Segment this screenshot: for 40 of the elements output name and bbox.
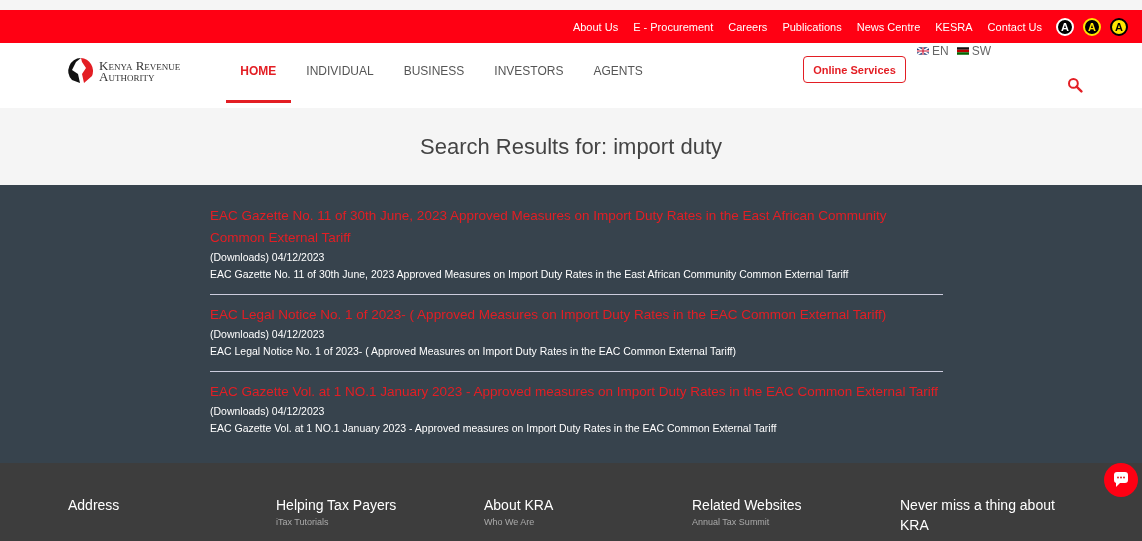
top-link[interactable]: E - Procurement	[633, 20, 714, 33]
top-link[interactable]: News Centre	[856, 20, 921, 33]
chat-bubble-icon	[1111, 470, 1131, 490]
online-services-button[interactable]: Online Services	[803, 56, 906, 83]
top-link[interactable]: Contact Us	[987, 20, 1042, 33]
footer-heading: Address	[68, 496, 121, 515]
nav-tab[interactable]: AGENTS	[578, 43, 658, 99]
top-link[interactable]: KESRA	[935, 20, 973, 33]
result-meta: (Downloads) 04/12/2023	[210, 327, 326, 342]
logo-text: Kenya Revenue	[99, 60, 181, 71]
nav-tab[interactable]: INVESTORS	[479, 43, 579, 99]
language-link[interactable]: SW	[956, 44, 991, 58]
contrast-button[interactable]: A	[1083, 17, 1101, 36]
search-results-title: Search Results for: import duty	[420, 133, 722, 160]
language-link[interactable]: EN	[917, 44, 949, 58]
result-summary: EAC Gazette Vol. at 1 NO.1 January 2023 - Approved measures on Import Duty Rates in the EAC Common External Tariff	[210, 421, 778, 436]
contrast-button[interactable]: A	[1110, 17, 1128, 36]
contrast-button[interactable]: A	[1056, 17, 1074, 36]
top-link[interactable]: Publications	[782, 20, 842, 33]
flag-icon	[917, 47, 929, 55]
search-icon[interactable]	[1067, 77, 1083, 93]
result-summary: EAC Gazette No. 11 of 30th June, 2023 Approved Measures on Import Duty Rates in the East African Community Common External Tariff	[210, 267, 850, 282]
result-meta: (Downloads) 04/12/2023	[210, 404, 326, 419]
footer-link[interactable]: Who We Are	[484, 517, 692, 527]
footer-heading: Never miss a thing about KRA	[900, 496, 1056, 535]
nav-tab[interactable]: BUSINESS	[388, 43, 480, 99]
footer-heading: About KRA	[484, 496, 555, 515]
footer-heading: Related Websites	[692, 496, 803, 515]
flag-icon	[956, 47, 969, 55]
nav-tab[interactable]: INDIVIDUAL	[291, 43, 389, 99]
result-meta: (Downloads) 04/12/2023	[210, 250, 326, 265]
footer-link[interactable]: Annual Tax Summit	[692, 517, 900, 527]
lion-logo-icon	[66, 56, 96, 86]
result-summary: EAC Legal Notice No. 1 of 2023- ( Approved Measures on Import Duty Rates in the EAC Common External Tariff)	[210, 344, 738, 359]
chat-button[interactable]	[1104, 463, 1138, 497]
footer-heading: Helping Tax Payers	[276, 496, 398, 515]
footer-link[interactable]: iTax Tutorials	[276, 517, 484, 527]
logo-text: Authority	[99, 71, 155, 82]
top-link[interactable]: Careers	[728, 20, 768, 33]
top-link[interactable]: About Us	[572, 20, 619, 33]
